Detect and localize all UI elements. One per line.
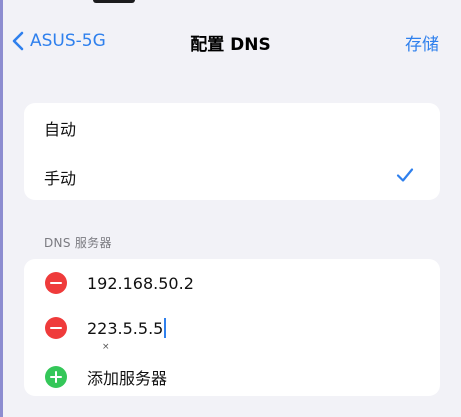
dns-mode-group: 自动 手动 xyxy=(24,103,440,200)
dns-section-header: DNS 服务器 xyxy=(44,236,112,250)
remove-server-button[interactable] xyxy=(45,272,67,294)
dns-server-value: 223.5.5.5 xyxy=(87,318,164,338)
add-server-row[interactable]: 添加服务器 xyxy=(24,355,440,396)
dns-server-input[interactable]: 223.5.5.5 xyxy=(87,317,167,338)
mouse-cursor-icon: × xyxy=(102,342,110,352)
mode-option-label: 手动 xyxy=(44,169,77,188)
mode-option-label: 自动 xyxy=(44,120,77,139)
dns-server-row: 223.5.5.5 xyxy=(24,306,440,350)
checkmark-icon xyxy=(396,168,414,182)
text-caret xyxy=(164,317,167,338)
remove-server-button[interactable] xyxy=(45,317,67,339)
navigation-bar: ASUS-5G 配置 DNS 存储 xyxy=(0,20,461,64)
mode-option-automatic[interactable]: 自动 xyxy=(24,105,440,151)
page-title: 配置 DNS xyxy=(190,35,271,55)
mode-option-manual[interactable]: 手动 xyxy=(24,154,440,200)
window-edge xyxy=(93,0,135,3)
add-server-button[interactable] xyxy=(45,366,67,388)
add-server-label[interactable]: 添加服务器 xyxy=(87,365,167,389)
dns-server-list: 192.168.50.2 223.5.5.5 添加服务器 xyxy=(24,259,440,396)
dns-server-value[interactable]: 192.168.50.2 xyxy=(87,274,194,293)
save-button[interactable]: 存储 xyxy=(405,30,439,55)
dns-server-row: 192.168.50.2 xyxy=(24,261,440,305)
